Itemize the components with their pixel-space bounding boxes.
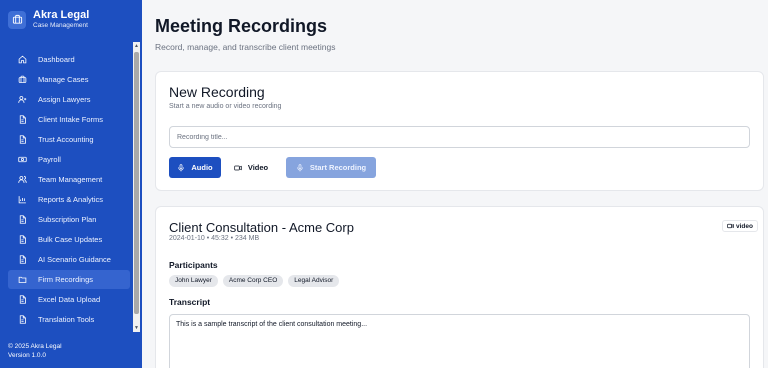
sidebar-item-label: Trust Accounting bbox=[38, 135, 94, 144]
recording-meta: 2024-01-10 • 45:32 • 234 MB bbox=[169, 235, 260, 242]
video-camera-icon bbox=[234, 165, 242, 170]
audio-label: Audio bbox=[191, 163, 213, 172]
sidebar-item-label: Translation Tools bbox=[38, 315, 95, 324]
sidebar-item-label: Team Management bbox=[38, 175, 103, 184]
participants-heading: Participants bbox=[169, 260, 218, 270]
users-icon bbox=[18, 175, 27, 183]
sidebar-footer: © 2025 Akra Legal Version 1.0.0 bbox=[8, 342, 62, 360]
recording-card: Client Consultation - Acme Corp 2024-01-… bbox=[155, 206, 764, 368]
folder-icon bbox=[18, 276, 27, 283]
participant-chip: Legal Advisor bbox=[288, 275, 340, 287]
sidebar-item-label: Firm Recordings bbox=[38, 275, 94, 284]
audio-mode-button[interactable]: Audio bbox=[169, 157, 221, 178]
new-recording-card: New Recording Start a new audio or video… bbox=[155, 71, 764, 191]
sidebar-item-label: Subscription Plan bbox=[38, 215, 97, 224]
scroll-up-icon[interactable]: ▲ bbox=[133, 42, 140, 50]
file-icon bbox=[19, 295, 26, 304]
sidebar-item-translation-tools[interactable]: Translation Tools bbox=[8, 310, 130, 329]
sidebar-item-subscription-plan[interactable]: Subscription Plan bbox=[8, 210, 130, 229]
sidebar-item-label: Excel Data Upload bbox=[38, 295, 101, 304]
transcript-box[interactable]: This is a sample transcript of the clien… bbox=[169, 314, 750, 368]
scroll-thumb[interactable] bbox=[134, 52, 139, 314]
home-icon bbox=[18, 55, 27, 64]
participants-list: John Lawyer Acme Corp CEO Legal Advisor bbox=[169, 275, 340, 287]
participant-chip: Acme Corp CEO bbox=[222, 275, 284, 287]
sidebar-item-firm-recordings[interactable]: Firm Recordings bbox=[8, 270, 130, 289]
sidebar-item-assign-lawyers[interactable]: Assign Lawyers bbox=[8, 90, 130, 109]
video-label: Video bbox=[247, 163, 269, 172]
sidebar-nav: Dashboard Manage Cases Assign Lawyers Clien… bbox=[8, 50, 130, 330]
main-content: Meeting Recordings Record, manage, and t… bbox=[142, 0, 768, 368]
mic-icon bbox=[178, 163, 185, 171]
recording-title: Client Consultation - Acme Corp bbox=[169, 220, 354, 235]
sidebar-item-label: Dashboard bbox=[38, 55, 75, 64]
sidebar-item-label: Bulk Case Updates bbox=[38, 235, 103, 244]
start-recording-label: Start Recording bbox=[309, 163, 367, 172]
file-icon bbox=[19, 215, 26, 224]
start-recording-button[interactable]: Start Recording bbox=[286, 157, 376, 178]
scroll-down-icon[interactable]: ▼ bbox=[133, 324, 140, 332]
sidebar-item-label: Assign Lawyers bbox=[38, 95, 91, 104]
copyright-text: © 2025 Akra Legal bbox=[8, 343, 62, 350]
video-mode-button[interactable]: Video bbox=[226, 157, 276, 178]
sidebar-item-bulk-case-updates[interactable]: Bulk Case Updates bbox=[8, 230, 130, 249]
sidebar-item-payroll[interactable]: Payroll bbox=[8, 150, 130, 169]
sidebar-item-excel-data-upload[interactable]: Excel Data Upload bbox=[8, 290, 130, 309]
sidebar-item-client-intake-forms[interactable]: Client Intake Forms bbox=[8, 110, 130, 129]
file-icon bbox=[19, 255, 26, 264]
sidebar-item-label: AI Scenario Guidance bbox=[38, 255, 111, 264]
brand-subtitle: Case Management bbox=[33, 22, 88, 29]
sidebar-item-label: Client Intake Forms bbox=[38, 115, 104, 124]
sidebar-item-dashboard[interactable]: Dashboard bbox=[8, 50, 130, 69]
file-icon bbox=[19, 315, 26, 324]
sidebar-item-manage-cases[interactable]: Manage Cases bbox=[8, 70, 130, 89]
video-camera-icon bbox=[727, 223, 734, 229]
page-title: Meeting Recordings bbox=[155, 16, 328, 36]
brand: Akra Legal Case Management bbox=[8, 9, 89, 30]
banknote-icon bbox=[18, 156, 27, 163]
briefcase-icon bbox=[18, 75, 27, 83]
sidebar-item-team-management[interactable]: Team Management bbox=[8, 170, 130, 189]
recording-title-input[interactable] bbox=[169, 126, 750, 148]
transcript-heading: Transcript bbox=[169, 297, 211, 307]
bar-chart-icon bbox=[18, 196, 26, 204]
new-recording-title: New Recording bbox=[169, 84, 265, 100]
new-recording-subtitle: Start a new audio or video recording bbox=[169, 103, 282, 110]
mic-icon bbox=[297, 163, 303, 171]
file-icon bbox=[19, 115, 26, 124]
sidebar-item-reports-analytics[interactable]: Reports & Analytics bbox=[8, 190, 130, 209]
recording-type-badge: video bbox=[722, 220, 758, 232]
version-text: Version 1.0.0 bbox=[8, 352, 46, 359]
file-icon bbox=[19, 235, 26, 244]
sidebar-scrollbar[interactable]: ▲ ▼ bbox=[133, 42, 140, 332]
brand-name: Akra Legal bbox=[33, 9, 90, 21]
sidebar-item-trust-accounting[interactable]: Trust Accounting bbox=[8, 130, 130, 149]
sidebar-item-ai-scenario-guidance[interactable]: AI Scenario Guidance bbox=[8, 250, 130, 269]
sidebar-item-label: Manage Cases bbox=[38, 75, 89, 84]
file-icon bbox=[19, 135, 26, 144]
user-plus-icon bbox=[18, 96, 27, 103]
sidebar-item-label: Payroll bbox=[38, 155, 61, 164]
sidebar-item-label: Reports & Analytics bbox=[38, 195, 104, 204]
page-subtitle: Record, manage, and transcribe client me… bbox=[155, 42, 336, 52]
sidebar: Akra Legal Case Management Dashboard Mana… bbox=[0, 0, 142, 368]
badge-label: video bbox=[736, 222, 753, 230]
participant-chip: John Lawyer bbox=[169, 275, 218, 287]
briefcase-logo-icon bbox=[8, 10, 26, 29]
